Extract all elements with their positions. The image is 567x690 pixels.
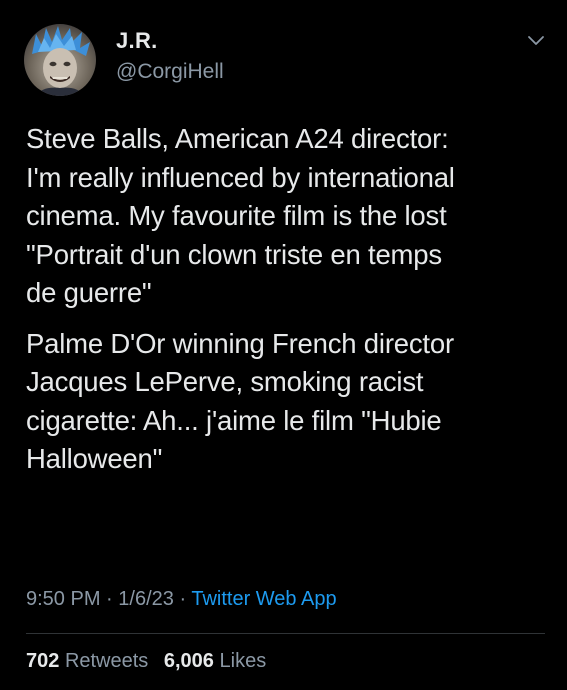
- tweet-source-link[interactable]: Twitter Web App: [191, 588, 336, 610]
- tweet-date[interactable]: 1/6/23: [118, 588, 174, 610]
- avatar-image: [32, 26, 90, 96]
- tweet-text: Steve Balls, American A24 director: I'm …: [26, 120, 546, 491]
- tweet-meta: 9:50 PM · 1/6/23 · Twitter Web App: [26, 588, 337, 611]
- chevron-down-icon[interactable]: [522, 30, 550, 52]
- tweet-stats: 702 Retweets 6,006 Likes: [26, 650, 276, 673]
- retweets-stat[interactable]: 702 Retweets: [26, 650, 154, 672]
- user-handle[interactable]: @CorgiHell: [116, 60, 224, 84]
- likes-label: Likes: [219, 650, 267, 672]
- divider: [26, 633, 545, 634]
- tweet-card: J.R. @CorgiHell Steve Balls, American A2…: [0, 0, 567, 690]
- meta-separator: ·: [106, 588, 113, 610]
- tweet-paragraph-2: Palme D'Or winning French director Jacqu…: [26, 327, 454, 475]
- display-name[interactable]: J.R.: [116, 28, 158, 54]
- retweets-count: 702: [26, 650, 60, 672]
- likes-stat[interactable]: 6,006 Likes: [164, 650, 266, 672]
- avatar[interactable]: [24, 24, 96, 96]
- meta-separator: ·: [179, 588, 187, 610]
- retweets-label: Retweets: [64, 650, 149, 672]
- likes-count: 6,006: [163, 650, 214, 672]
- tweet-time[interactable]: 9:50 PM: [26, 588, 100, 610]
- tweet-paragraph-1: Steve Balls, American A24 director: I'm …: [26, 123, 455, 308]
